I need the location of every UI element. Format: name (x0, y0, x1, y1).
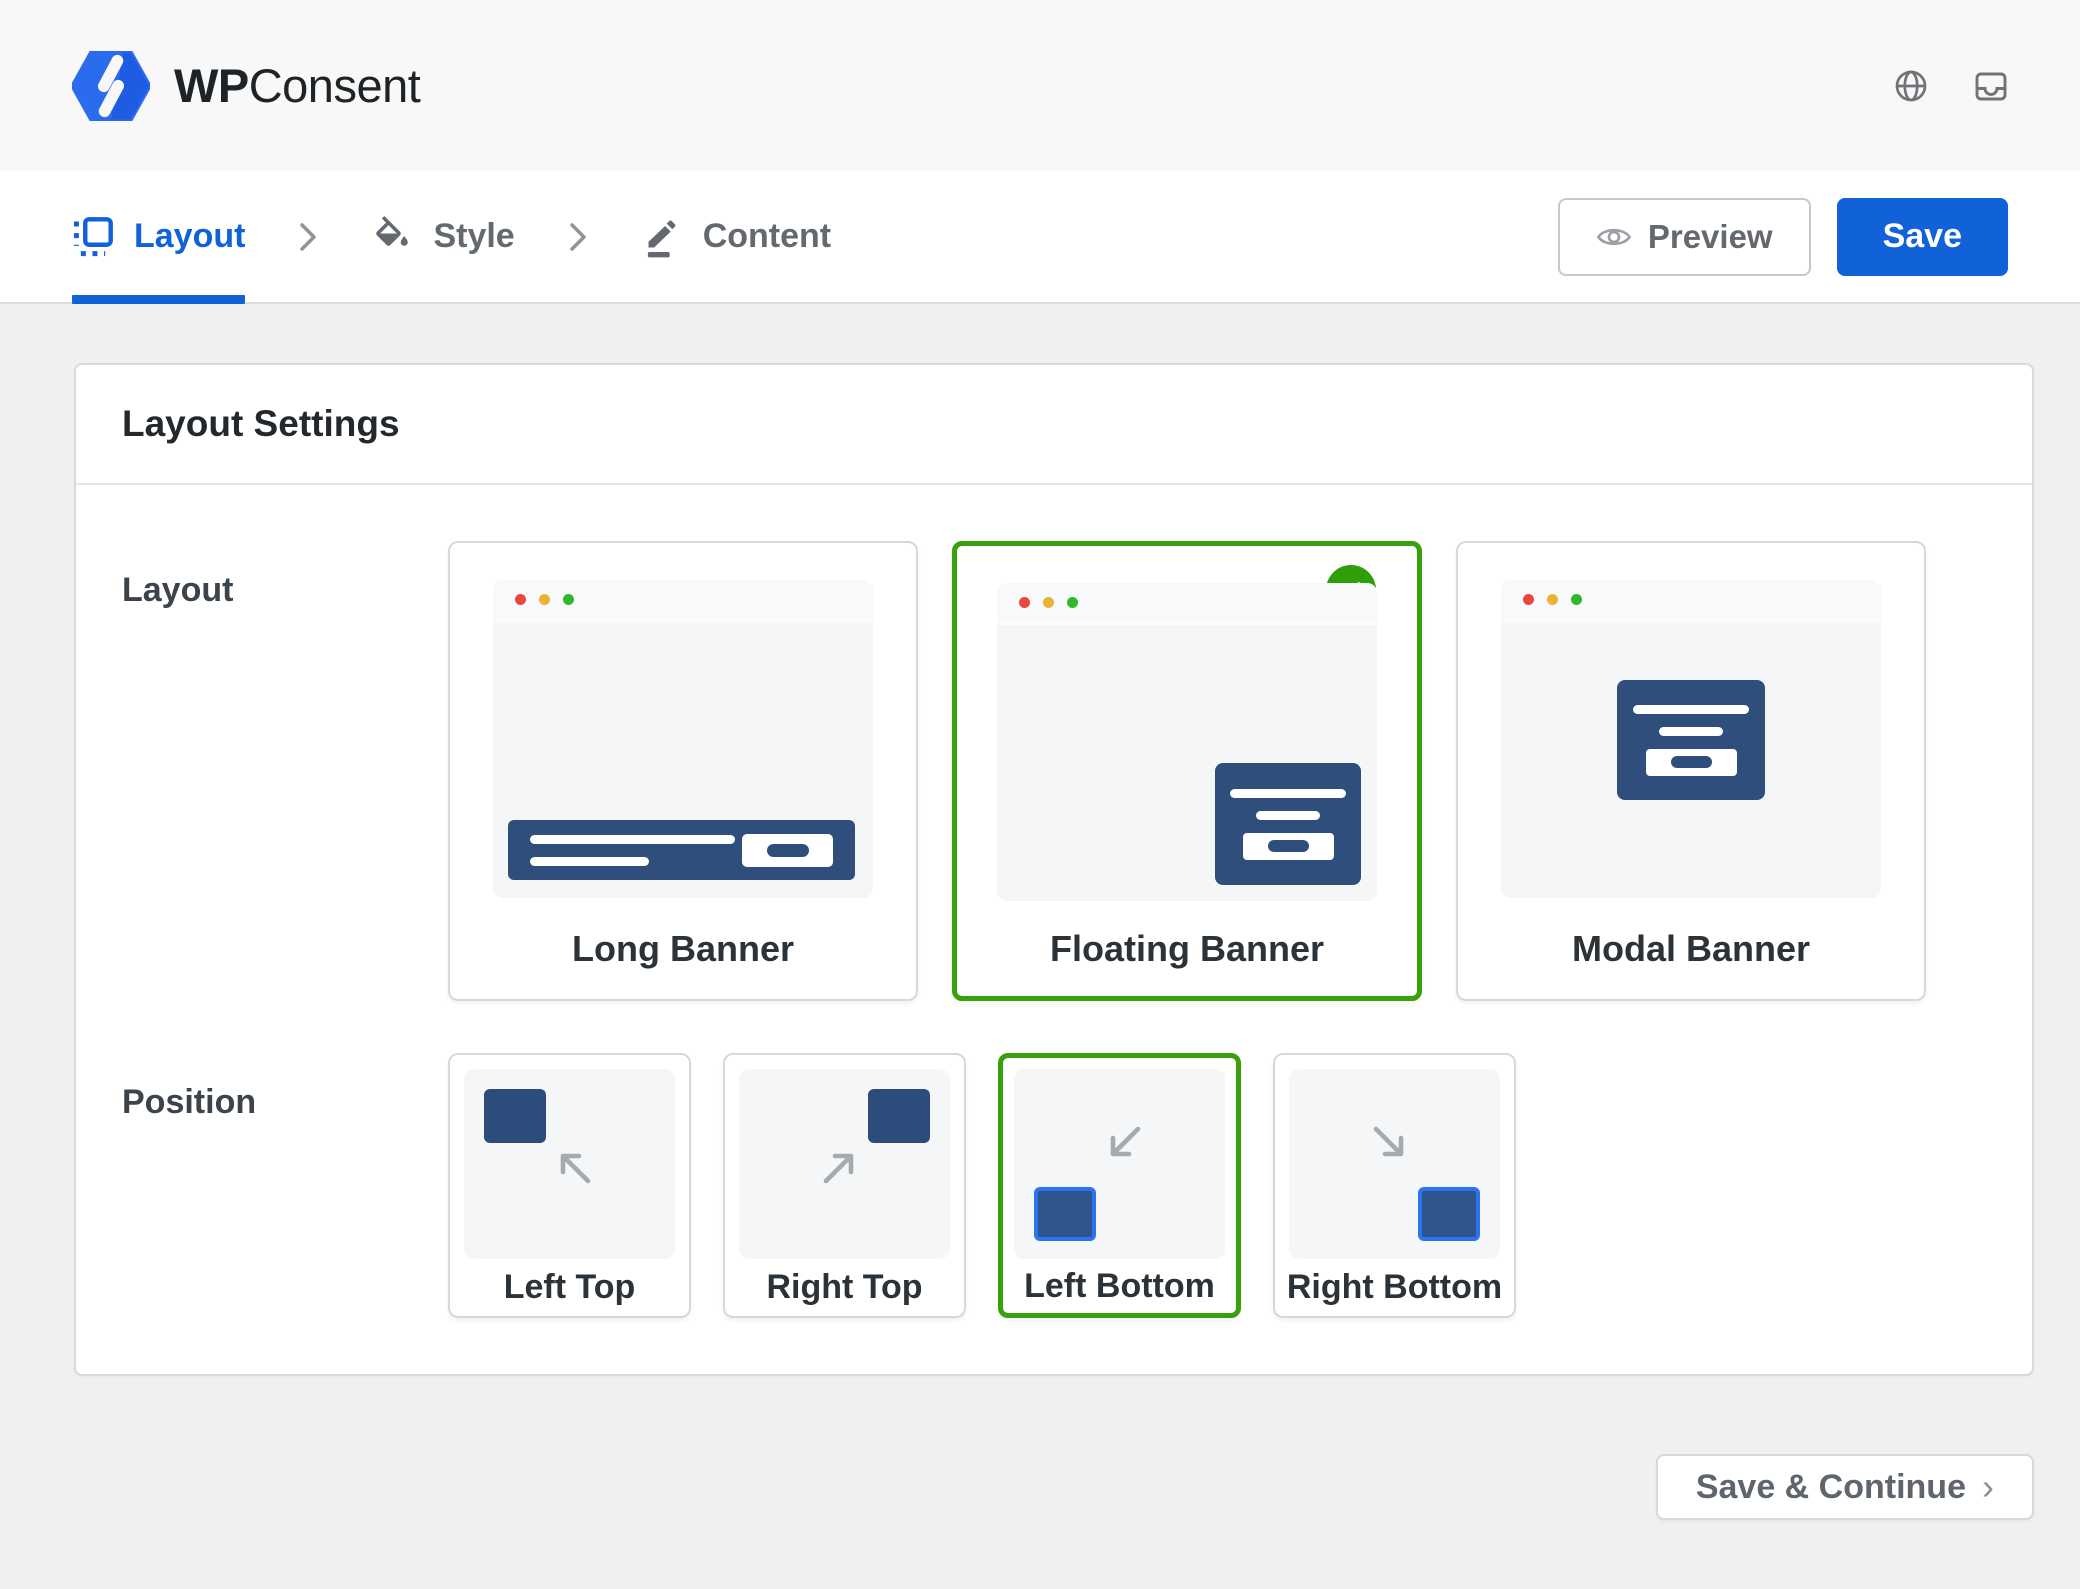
chevron-right-icon (299, 222, 317, 252)
traffic-dot-yellow (1043, 597, 1054, 608)
save-and-continue-button[interactable]: Save & Continue › (1656, 1454, 2034, 1520)
position-row-label: Position (122, 1053, 448, 1318)
position-preview (464, 1069, 675, 1259)
panel-title: Layout Settings (122, 403, 1986, 445)
banner-square-shape (1034, 1187, 1096, 1241)
paint-bucket-icon (371, 216, 413, 258)
settings-step-nav: Layout Style Content Preview Save (0, 171, 2080, 304)
main-content: Layout Settings Layout (0, 304, 2080, 1520)
inbox-tray-icon[interactable] (1974, 69, 2008, 103)
traffic-dot-green (1067, 597, 1078, 608)
position-option-label: Right Top (725, 1259, 964, 1316)
position-preview (1014, 1069, 1225, 1259)
arrow-up-left-icon (550, 1143, 596, 1189)
wpconsent-logo: WPConsent (72, 51, 420, 121)
app-header: WPConsent (0, 0, 2080, 171)
browser-mockup (1501, 580, 1881, 898)
banner-square-shape (484, 1089, 546, 1143)
preview-button[interactable]: Preview (1558, 198, 1811, 276)
tab-content-label: Content (703, 217, 831, 256)
arrow-up-right-icon (818, 1143, 864, 1189)
floating-banner-preview (1215, 763, 1361, 885)
layout-option-label: Long Banner (572, 898, 794, 999)
traffic-dot-red (1019, 597, 1030, 608)
tab-content[interactable]: Content (641, 171, 831, 302)
position-preview (739, 1069, 950, 1259)
brand-name-bold: WP (174, 59, 249, 112)
traffic-dot-green (1571, 594, 1582, 605)
position-preview (1289, 1069, 1500, 1259)
position-option-right-top[interactable]: Right Top (723, 1053, 966, 1318)
position-row: Position Left Top (122, 1053, 1986, 1318)
active-tab-underline (72, 295, 245, 304)
panel-header: Layout Settings (76, 365, 2032, 485)
position-option-left-bottom[interactable]: Left Bottom (998, 1053, 1241, 1318)
tab-layout[interactable]: Layout (72, 171, 245, 302)
banner-square-shape (1418, 1187, 1480, 1241)
browser-mockup-titlebar (493, 580, 873, 622)
browser-mockup (997, 583, 1377, 901)
layout-option-long-banner[interactable]: Long Banner (448, 541, 918, 1001)
position-option-label: Left Bottom (1003, 1259, 1236, 1313)
layout-row: Layout (122, 541, 1986, 1001)
layout-icon (72, 216, 114, 258)
browser-mockup-titlebar (1501, 580, 1881, 622)
traffic-dot-yellow (1547, 594, 1558, 605)
banner-button-shape (1646, 749, 1737, 776)
wpconsent-logo-icon (72, 51, 150, 121)
layout-settings-panel: Layout Settings Layout (74, 363, 2034, 1376)
browser-mockup-titlebar (997, 583, 1377, 625)
position-options: Left Top Right Top (448, 1053, 1516, 1318)
modal-banner-preview (1617, 680, 1765, 800)
tab-style-label: Style (433, 217, 514, 256)
panel-body: Layout (76, 485, 2032, 1374)
long-banner-preview (508, 820, 855, 880)
layout-option-modal-banner[interactable]: Modal Banner (1456, 541, 1926, 1001)
preview-button-label: Preview (1648, 218, 1773, 256)
chevron-right-icon (569, 222, 587, 252)
traffic-dot-yellow (539, 594, 550, 605)
footer-actions: Save & Continue › (74, 1454, 2034, 1520)
tab-style[interactable]: Style (371, 171, 514, 302)
eye-icon (1596, 224, 1632, 250)
save-and-continue-label: Save & Continue (1696, 1468, 1966, 1507)
layout-options: Long Banner (448, 541, 1926, 1001)
traffic-dot-red (515, 594, 526, 605)
browser-mockup (493, 580, 873, 898)
globe-icon[interactable] (1894, 69, 1928, 103)
position-option-left-top[interactable]: Left Top (448, 1053, 691, 1318)
banner-button-shape (742, 834, 833, 867)
arrow-down-right-icon (1368, 1121, 1414, 1167)
layout-option-floating-banner[interactable]: Floating Banner (952, 541, 1422, 1001)
layout-option-label: Modal Banner (1572, 898, 1810, 999)
banner-button-shape (1243, 833, 1334, 860)
position-option-label: Right Bottom (1275, 1259, 1514, 1316)
pencil-edit-icon (641, 216, 683, 258)
save-button-label: Save (1883, 217, 1962, 255)
traffic-dot-green (563, 594, 574, 605)
brand-name-regular: Consent (249, 59, 421, 112)
position-option-right-bottom[interactable]: Right Bottom (1273, 1053, 1516, 1318)
chevron-right-icon: › (1982, 1469, 1994, 1505)
position-option-label: Left Top (450, 1259, 689, 1316)
save-button[interactable]: Save (1837, 198, 2008, 276)
layout-option-label: Floating Banner (1050, 901, 1324, 996)
banner-square-shape (868, 1089, 930, 1143)
layout-row-label: Layout (122, 541, 448, 1001)
tab-layout-label: Layout (134, 217, 245, 256)
brand-name: WPConsent (174, 58, 420, 113)
traffic-dot-red (1523, 594, 1534, 605)
arrow-down-left-icon (1100, 1121, 1146, 1167)
